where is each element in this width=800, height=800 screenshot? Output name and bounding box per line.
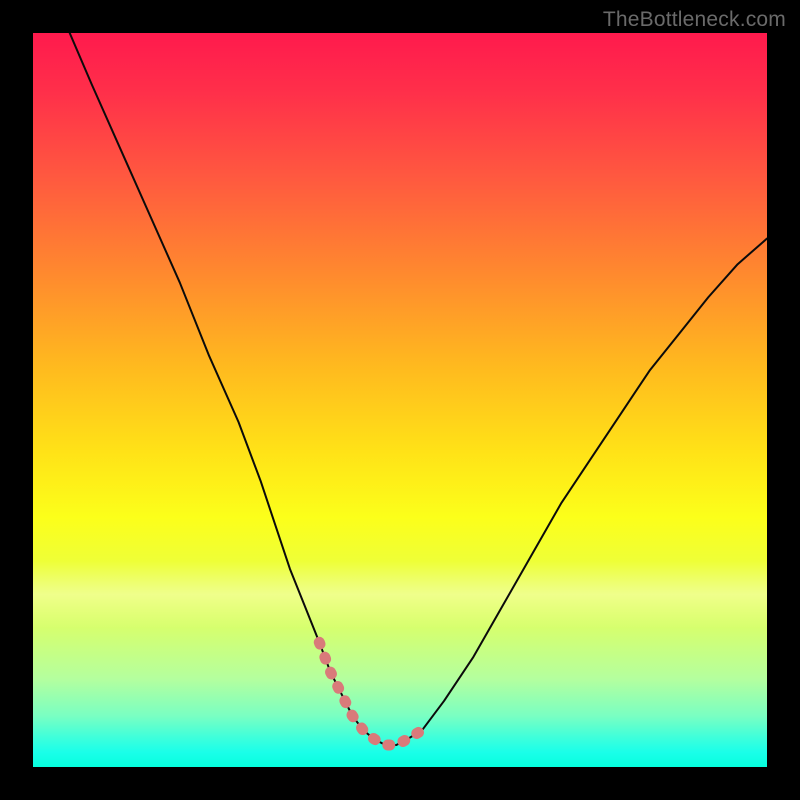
plot-area [33, 33, 767, 767]
curve-layer [33, 33, 767, 767]
watermark-text: TheBottleneck.com [603, 8, 786, 32]
bottleneck-curve [70, 33, 767, 745]
chart-frame: TheBottleneck.com [0, 0, 800, 800]
flat-region-marker [319, 642, 422, 745]
